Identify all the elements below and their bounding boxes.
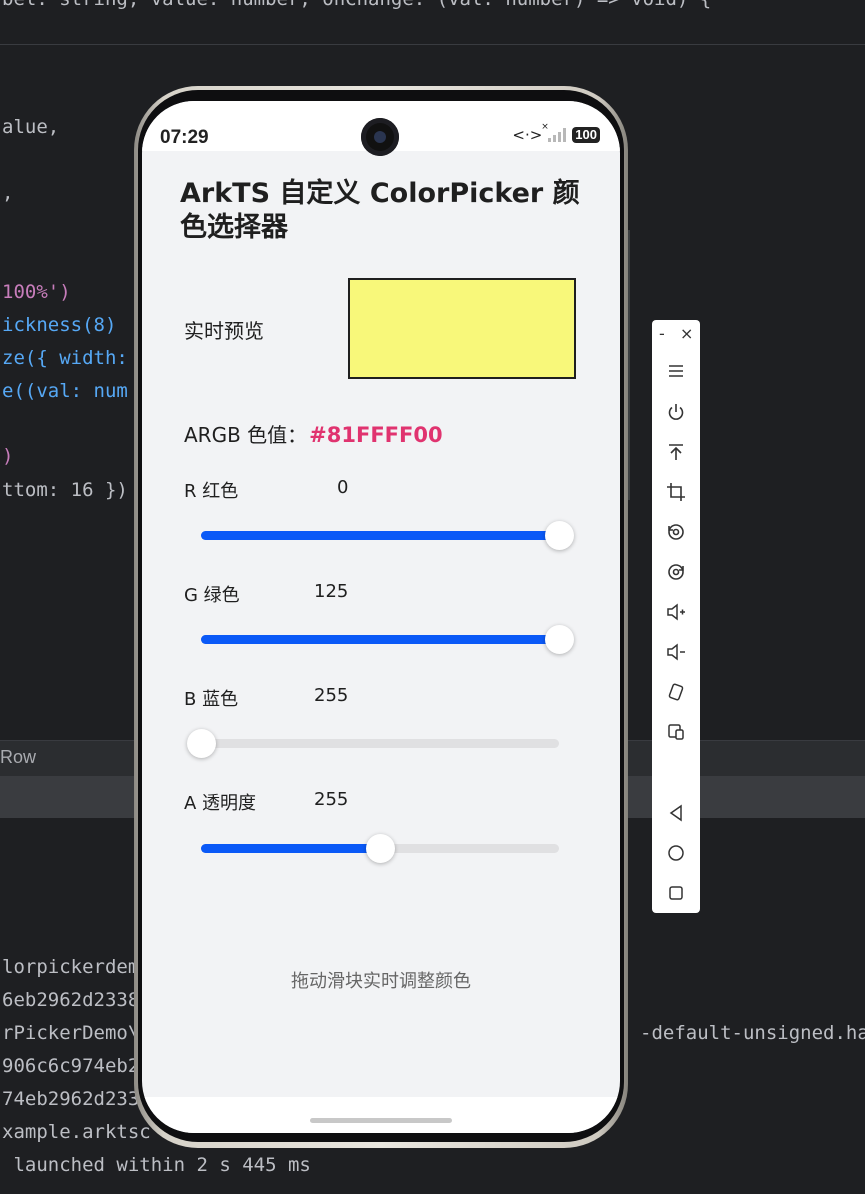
volume-up-icon[interactable] (663, 599, 689, 625)
console-line: 6eb2962d2338 (2, 989, 140, 1011)
slider-green[interactable] (201, 625, 574, 654)
code-line: bel: string, value: number, onChange: (v… (2, 0, 711, 10)
code-line: alue, (2, 116, 60, 138)
channel-r-value: 0 (337, 477, 349, 498)
emulator-toolbar: - × (652, 320, 700, 913)
status-icons: <·> × 100 (512, 122, 600, 144)
console-line: launched within 2 s 445 ms (2, 1154, 311, 1176)
code-line: e((val: num (2, 380, 128, 402)
channel-b-label: B 蓝色 (184, 689, 239, 710)
volume-down-icon[interactable] (663, 639, 689, 665)
status-time: 07:29 (160, 127, 209, 148)
code-line: ttom: 16 }) (2, 479, 128, 501)
pin-top-icon[interactable] (663, 439, 689, 465)
console-line: xample.arktsc (2, 1121, 151, 1143)
back-icon[interactable] (663, 800, 689, 826)
status-bar: 07:29 <·> × 100 (142, 101, 620, 156)
code-line: ickness(8) (2, 314, 117, 336)
hint-text: 拖动滑块实时调整颜色 (291, 971, 471, 992)
channel-g-value: 125 (314, 581, 349, 602)
slider-alpha[interactable] (201, 834, 559, 863)
console-line: -default-unsigned.ha (640, 1022, 865, 1044)
close-button[interactable]: × (680, 324, 693, 343)
code-line: , (2, 182, 14, 204)
toolbar-header: - × (652, 320, 700, 348)
front-camera (361, 118, 399, 156)
slider-blue-thumb[interactable] (187, 729, 216, 758)
channel-g-label: G 绿色 (184, 585, 240, 606)
slider-red-thumb[interactable] (545, 521, 574, 550)
channel-a-label: A 透明度 (184, 793, 257, 814)
code-line: ze({ width: (2, 347, 128, 369)
home-indicator[interactable] (310, 1118, 452, 1123)
data-transfer-icon: <·> (512, 126, 543, 144)
signal-icon: × (541, 122, 567, 142)
code-line: 100%') (2, 281, 71, 303)
power-icon[interactable] (663, 399, 689, 425)
slider-green-fill (201, 635, 559, 644)
breadcrumb-row[interactable]: Row (0, 747, 36, 768)
rotate-left-icon[interactable] (663, 519, 689, 545)
menu-icon[interactable] (663, 358, 689, 384)
slider-red-fill (201, 531, 559, 540)
slider-blue[interactable] (187, 729, 559, 758)
rotate-right-icon[interactable] (663, 559, 689, 585)
multi-device-icon[interactable] (663, 719, 689, 745)
battery-icon: 100 (572, 127, 600, 143)
channel-b-value: 255 (314, 685, 349, 706)
slider-alpha-thumb[interactable] (366, 834, 395, 863)
console-line: 906c6c974eb2 (2, 1055, 140, 1077)
phone-screen[interactable]: 07:29 <·> × 100 ArkTS 自定义 ColorPicker 颜色… (142, 101, 620, 1133)
console-line: lorpickerdem (2, 956, 140, 978)
code-line: ) (2, 445, 14, 467)
editor-header: bel: string, value: number, onChange: (v… (0, 0, 865, 45)
recents-icon[interactable] (663, 880, 689, 906)
page-title: ArkTS 自定义 ColorPicker 颜色选择器 (180, 178, 580, 243)
preview-label: 实时预览 (184, 319, 264, 343)
channel-a-value: 255 (314, 789, 349, 810)
console-line: 74eb2962d233 (2, 1088, 140, 1110)
argb-label: ARGB 色值： (184, 423, 308, 447)
console-line: rPickerDemo\ (2, 1022, 140, 1044)
slider-red[interactable] (201, 521, 574, 550)
channel-r-label: R 红色 (184, 481, 239, 502)
argb-value: #81FFFF00 (309, 423, 443, 447)
minimize-button[interactable]: - (659, 324, 665, 343)
color-preview-swatch (348, 278, 576, 379)
home-icon[interactable] (663, 840, 689, 866)
slider-green-thumb[interactable] (545, 625, 574, 654)
shake-icon[interactable] (663, 679, 689, 705)
slider-alpha-fill (201, 844, 380, 853)
argb-row: ARGB 色值： #81FFFF00 (184, 419, 443, 448)
gesture-nav-area (142, 1097, 620, 1133)
crop-screenshot-icon[interactable] (663, 479, 689, 505)
